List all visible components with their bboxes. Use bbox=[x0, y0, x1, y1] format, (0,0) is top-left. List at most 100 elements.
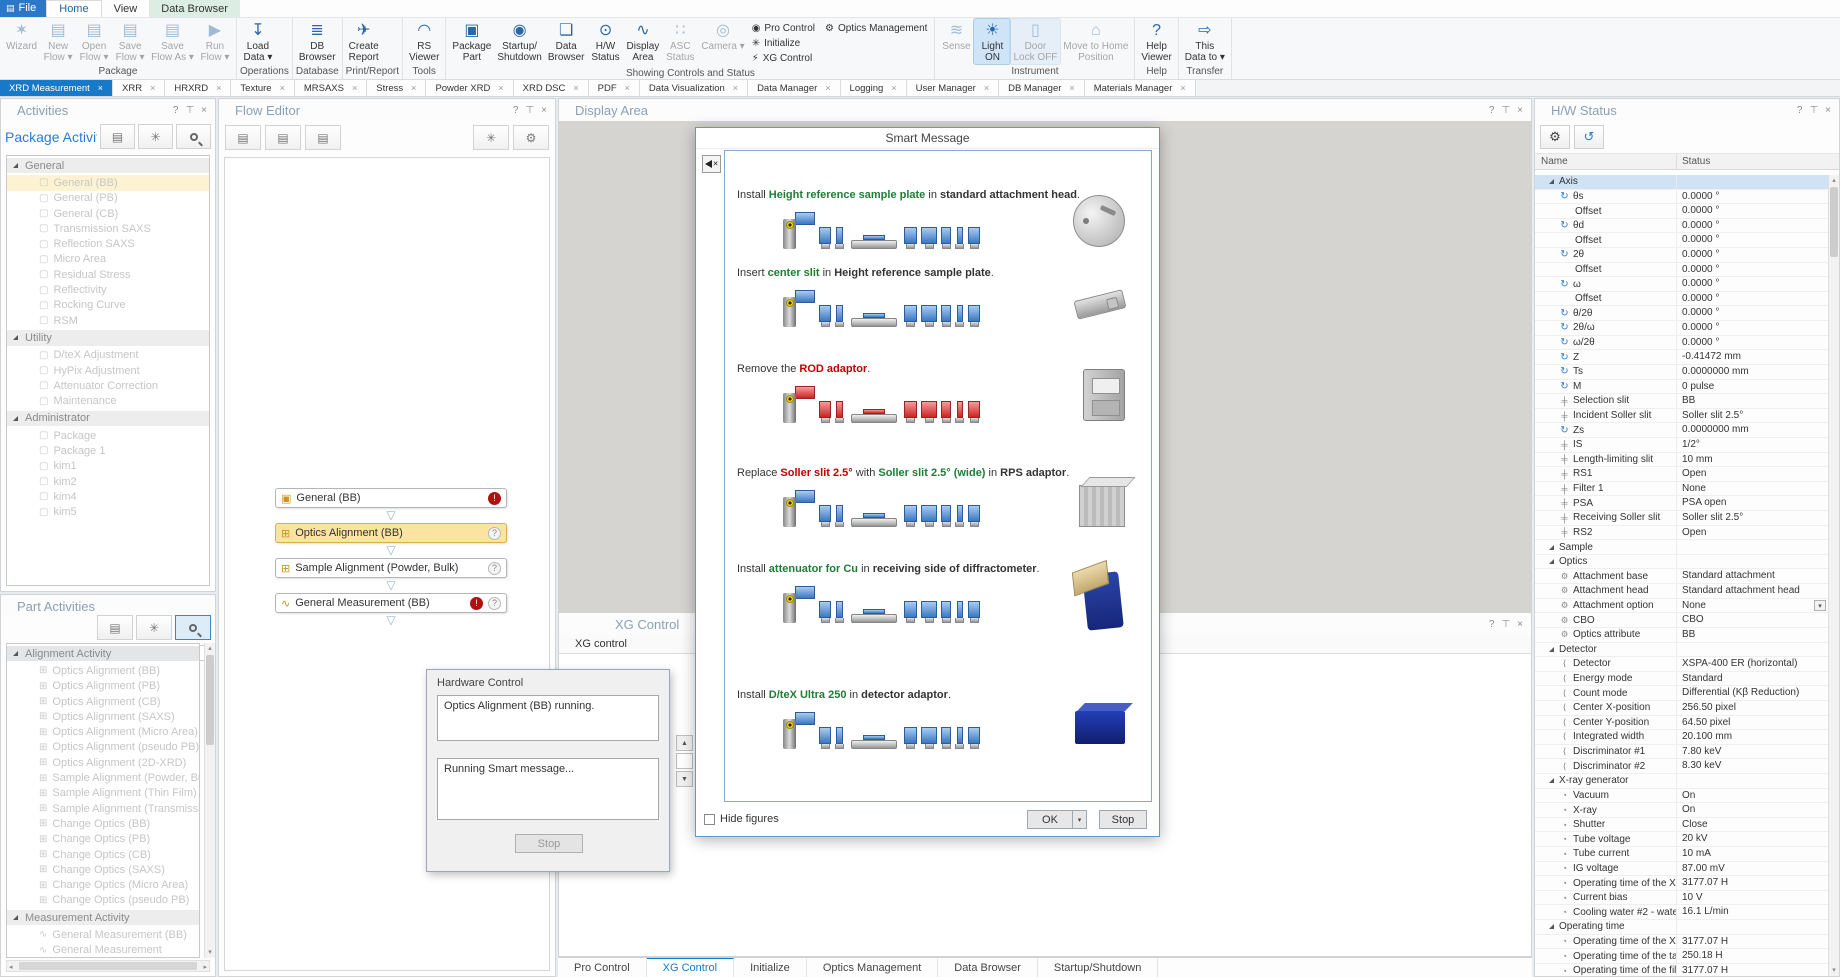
close-icon[interactable]: × bbox=[150, 83, 155, 93]
help-badge[interactable] bbox=[488, 527, 501, 540]
spin-down-button[interactable]: ▼ bbox=[676, 771, 693, 787]
help-viewer-button[interactable]: ?Help Viewer bbox=[1138, 19, 1174, 64]
tree-item[interactable]: ⊞Change Optics (CB) bbox=[7, 847, 199, 862]
document-tab[interactable]: MRSAXS× bbox=[295, 80, 367, 96]
M[interactable]: ↻M 0 pulse bbox=[1535, 380, 1828, 395]
RS1[interactable]: ╪RS1 Open bbox=[1535, 467, 1828, 482]
Axis[interactable]: Axis bbox=[1535, 175, 1828, 190]
Detector[interactable]: ⟨Detector XSPA-400 ER (horizontal) bbox=[1535, 657, 1828, 672]
Offset[interactable]: Offset 0.0000 ° bbox=[1535, 233, 1828, 248]
tree-item[interactable]: General bbox=[7, 158, 209, 173]
Ts[interactable]: ↻Ts 0.0000000 mm bbox=[1535, 365, 1828, 380]
Operating time of the X-ray OH[interactable]: ◔Operating time of the X-ray OH 3177.07 … bbox=[1535, 876, 1828, 891]
ω/2θ[interactable]: ↻ω/2θ 0.0000 ° bbox=[1535, 336, 1828, 351]
Operating time of the filament[interactable]: ◔Operating time of the filament 3177.07 … bbox=[1535, 964, 1828, 976]
expander-icon[interactable] bbox=[13, 335, 18, 340]
stop-button[interactable]: Stop bbox=[515, 834, 583, 853]
door-lock-off-button[interactable]: ▯Door Lock OFF bbox=[1010, 19, 1060, 64]
hw-refresh-button[interactable]: ↺ bbox=[1574, 125, 1604, 149]
IG voltage[interactable]: ◔IG voltage 87.00 mV bbox=[1535, 862, 1828, 877]
tree-item[interactable]: ⊞Sample Alignment (Powder, Bulk) bbox=[7, 770, 199, 785]
tree-item[interactable]: ▢kim4 bbox=[7, 489, 209, 504]
Attachment base[interactable]: ⚙Attachment base Standard attachment bbox=[1535, 569, 1828, 584]
close-icon[interactable]: × bbox=[625, 83, 630, 93]
open-flow-part-button[interactable]: ▤ bbox=[265, 125, 301, 150]
control-tab[interactable]: XG Control bbox=[647, 958, 734, 977]
tree-item[interactable]: ▢D/teX Adjustment bbox=[7, 348, 209, 363]
θs[interactable]: ↻θs 0.0000 ° bbox=[1535, 190, 1828, 205]
scrollbar-thumb[interactable] bbox=[1830, 187, 1838, 257]
help-badge[interactable] bbox=[488, 562, 501, 575]
ribbon-tab[interactable]: View bbox=[102, 0, 150, 17]
tree-item[interactable]: ▢Maintenance bbox=[7, 393, 209, 408]
IS[interactable]: ╪IS 1/2° bbox=[1535, 438, 1828, 453]
help-icon[interactable]: ? bbox=[1797, 105, 1803, 116]
document-tab[interactable]: Texture× bbox=[231, 80, 294, 96]
tree-item[interactable]: Administrator bbox=[7, 411, 209, 426]
help-badge[interactable] bbox=[488, 597, 501, 610]
expander-icon[interactable] bbox=[1549, 545, 1554, 550]
flow-node[interactable]: ⊞ Optics Alignment (BB) bbox=[275, 523, 507, 543]
tree-item[interactable]: ▢Residual Stress bbox=[7, 267, 209, 282]
Length-limiting slit[interactable]: ╪Length-limiting slit 10 mm bbox=[1535, 453, 1828, 468]
Offset[interactable]: Offset 0.0000 ° bbox=[1535, 292, 1828, 307]
new-flow-button[interactable]: ▤New Flow ▾ bbox=[40, 19, 76, 64]
spin-up-button[interactable]: ▲ bbox=[676, 735, 693, 751]
Zs[interactable]: ↻Zs 0.0000000 mm bbox=[1535, 423, 1828, 438]
tree-item[interactable]: Utility bbox=[7, 330, 209, 345]
run-flow-button[interactable]: ▶Run Flow ▾ bbox=[197, 19, 233, 64]
close-icon[interactable]: × bbox=[98, 83, 103, 93]
ok-dropdown-icon[interactable]: ▾ bbox=[1073, 810, 1087, 829]
optics-management-check[interactable]: ⚙Optics Management bbox=[825, 21, 927, 36]
camera-button[interactable]: ◎Camera ▾ bbox=[698, 19, 747, 53]
tree-item[interactable]: ▢General (BB) bbox=[7, 175, 209, 190]
display-area-button[interactable]: ∿Display Area bbox=[624, 19, 663, 64]
new-flow-part-button[interactable]: ▤ bbox=[225, 125, 261, 150]
close-icon[interactable]: × bbox=[201, 105, 207, 116]
data-browser-button[interactable]: ❏Data Browser bbox=[545, 19, 588, 64]
rs-viewer-button[interactable]: ◠RS Viewer bbox=[406, 19, 442, 64]
control-tab[interactable]: Startup/Shutdown bbox=[1038, 958, 1158, 977]
close-icon[interactable]: × bbox=[411, 83, 416, 93]
Count mode[interactable]: ⟨Count mode Differential (Kβ Reduction) bbox=[1535, 686, 1828, 701]
tree-item[interactable]: ⊞Optics Alignment (pseudo PB) bbox=[7, 740, 199, 755]
Current bias[interactable]: ◔Current bias 10 V bbox=[1535, 891, 1828, 906]
scroll-up-icon[interactable]: ▴ bbox=[1829, 175, 1839, 186]
document-tab[interactable]: XRD DSC× bbox=[514, 80, 589, 96]
tree-item[interactable]: ⊞Optics Alignment (BB) bbox=[7, 663, 199, 678]
close-icon[interactable]: × bbox=[733, 83, 738, 93]
Tube current[interactable]: ◔Tube current 10 mA bbox=[1535, 847, 1828, 862]
tree-item[interactable]: ⊞Optics Alignment (Micro Area) bbox=[7, 724, 199, 739]
tree-item[interactable]: ▢Transmission SAXS bbox=[7, 221, 209, 236]
control-tab[interactable]: Optics Management bbox=[807, 958, 938, 977]
tree-item[interactable]: ▢RSM bbox=[7, 313, 209, 328]
pin-icon[interactable]: ⊤ bbox=[1501, 105, 1510, 116]
RS2[interactable]: ╪RS2 Open bbox=[1535, 526, 1828, 541]
Filter 1[interactable]: ╪Filter 1 None bbox=[1535, 482, 1828, 497]
close-icon[interactable]: × bbox=[280, 83, 285, 93]
flow-list-button[interactable]: ▤ bbox=[100, 124, 135, 149]
tree-item[interactable]: ⊞Change Optics (pseudo PB) bbox=[7, 893, 199, 908]
Discriminator #1[interactable]: ⟨Discriminator #1 7.80 keV bbox=[1535, 745, 1828, 760]
close-icon[interactable]: × bbox=[352, 83, 357, 93]
expander-icon[interactable] bbox=[13, 163, 18, 168]
θd[interactable]: ↻θd 0.0000 ° bbox=[1535, 219, 1828, 234]
CBO[interactable]: ⚙CBO CBO bbox=[1535, 613, 1828, 628]
help-icon[interactable]: ? bbox=[513, 105, 519, 116]
Operating time of the X-ray OH[interactable]: ◔Operating time of the X-ray OH 3177.07 … bbox=[1535, 935, 1828, 950]
tree-item[interactable]: ▢General (CB) bbox=[7, 206, 209, 221]
document-tab[interactable]: HRXRD× bbox=[165, 80, 231, 96]
tree-item[interactable]: Alignment Activity bbox=[7, 646, 199, 661]
move-to-home-button[interactable]: ⌂Move to Home Position bbox=[1060, 19, 1131, 64]
close-icon[interactable]: × bbox=[1517, 105, 1523, 116]
tree-item[interactable]: ▢kim5 bbox=[7, 505, 209, 520]
load-data-button[interactable]: ↧Load Data ▾ bbox=[240, 19, 276, 64]
Integrated width[interactable]: ⟨Integrated width 20.100 mm bbox=[1535, 730, 1828, 745]
tree-item[interactable]: ⊞Change Optics (PB) bbox=[7, 832, 199, 847]
Sample[interactable]: Sample bbox=[1535, 540, 1828, 555]
close-icon[interactable]: × bbox=[1517, 619, 1523, 630]
db-browser-button[interactable]: ≣DB Browser bbox=[296, 19, 339, 64]
tree-item[interactable]: ▢Package 1 bbox=[7, 443, 209, 458]
file-menu-button[interactable]: ▤File bbox=[0, 0, 46, 17]
Discriminator #2[interactable]: ⟨Discriminator #2 8.30 keV bbox=[1535, 759, 1828, 774]
